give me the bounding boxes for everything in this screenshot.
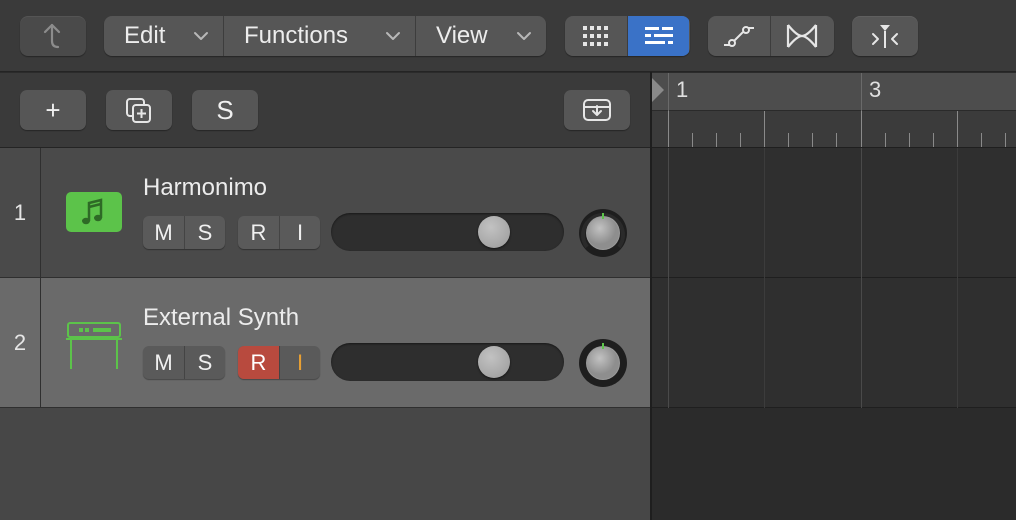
- up-arrow-icon: [43, 23, 61, 49]
- mute-solo-group: M S: [143, 216, 225, 249]
- global-solo-button[interactable]: S: [192, 90, 258, 130]
- ruler-tick: [740, 133, 741, 147]
- grid-line: [957, 148, 958, 408]
- track-header-toolbar: + S: [0, 73, 650, 148]
- grid-view-icon: [583, 26, 608, 46]
- catch-playhead-icon: [872, 25, 898, 48]
- track-lane[interactable]: [652, 148, 1016, 278]
- flex-time-button[interactable]: [770, 16, 832, 56]
- add-track-label: +: [45, 94, 61, 125]
- ruler-tick: [812, 133, 813, 147]
- ruler-bar-label: 1: [676, 77, 689, 102]
- duplicate-track-icon: [126, 98, 151, 123]
- track-row[interactable]: 2 External Synth M S R I: [0, 278, 650, 408]
- mute-button[interactable]: M: [143, 216, 184, 249]
- music-note-icon: [64, 190, 124, 234]
- record-input-group: R I: [238, 346, 320, 379]
- flex-time-icon: [786, 24, 817, 48]
- ruler-bar-label: 3: [869, 77, 882, 102]
- automation-flex-group: [708, 16, 834, 56]
- mute-button[interactable]: M: [143, 346, 184, 379]
- record-enable-button[interactable]: R: [238, 346, 279, 379]
- ruler-tick: [764, 111, 765, 147]
- input-monitor-button[interactable]: I: [279, 346, 320, 379]
- view-menu-label: View: [436, 22, 488, 49]
- ruler-bar-numbers: 1 3: [652, 73, 1016, 111]
- track-number: 2: [0, 278, 41, 407]
- chevron-down-icon: [517, 32, 531, 40]
- global-solo-label: S: [216, 94, 234, 125]
- download-tray-icon: [583, 99, 611, 121]
- ruler-tick: [909, 133, 910, 147]
- grid-view-button[interactable]: [565, 16, 627, 56]
- track-number: 1: [0, 148, 41, 277]
- automation-curve-icon: [724, 26, 754, 47]
- edit-menu-label: Edit: [124, 22, 166, 49]
- track-row[interactable]: 1 Harmonimo M S R I: [0, 148, 650, 278]
- view-menu[interactable]: View: [415, 16, 546, 56]
- track-name[interactable]: External Synth: [143, 304, 299, 332]
- bar-ruler[interactable]: 1 3: [652, 73, 1016, 148]
- ruler-tick: [668, 111, 669, 147]
- track-list: 1 Harmonimo M S R I 2 External Synth M S…: [0, 148, 650, 520]
- ruler-tick: [981, 133, 982, 147]
- pan-knob[interactable]: [577, 337, 629, 389]
- main-toolbar: Edit Functions View: [0, 0, 1016, 72]
- input-monitor-button[interactable]: I: [279, 216, 320, 249]
- functions-menu[interactable]: Functions: [223, 16, 415, 56]
- menu-segment-group: Edit Functions View: [104, 16, 546, 56]
- chevron-down-icon: [194, 32, 208, 40]
- view-toggle-group: [565, 16, 690, 56]
- grid-line: [668, 148, 669, 408]
- ruler-tick: [885, 133, 886, 147]
- ruler-tick: [957, 111, 958, 147]
- list-view-icon: [644, 27, 673, 44]
- mute-solo-group: M S: [143, 346, 225, 379]
- track-list-empty-area[interactable]: [0, 408, 650, 520]
- record-enable-button[interactable]: R: [238, 216, 279, 249]
- solo-button[interactable]: S: [184, 216, 225, 249]
- ruler-tick: [836, 133, 837, 147]
- track-name[interactable]: Harmonimo: [143, 174, 267, 202]
- volume-slider[interactable]: [331, 343, 564, 381]
- back-button[interactable]: [20, 16, 86, 56]
- ruler-tick: [788, 133, 789, 147]
- volume-slider-knob[interactable]: [478, 216, 510, 248]
- functions-menu-label: Functions: [244, 22, 349, 49]
- edit-menu[interactable]: Edit: [104, 16, 223, 56]
- volume-slider-knob[interactable]: [478, 346, 510, 378]
- ruler-bar-line: [861, 73, 862, 111]
- ruler-tick: [1005, 133, 1006, 147]
- ruler-tick: [692, 133, 693, 147]
- tracks-area[interactable]: [652, 148, 1016, 520]
- download-button[interactable]: [564, 90, 630, 130]
- chevron-down-icon: [386, 32, 400, 40]
- pan-knob[interactable]: [577, 207, 629, 259]
- automation-button[interactable]: [708, 16, 770, 56]
- solo-button[interactable]: S: [184, 346, 225, 379]
- duplicate-track-button[interactable]: [106, 90, 172, 130]
- catch-playhead-button[interactable]: [852, 16, 918, 56]
- grid-line: [764, 148, 765, 408]
- playhead-start-marker[interactable]: [652, 78, 664, 102]
- keyboard-stand-icon: [64, 320, 124, 369]
- track-lane[interactable]: [652, 278, 1016, 408]
- ruler-bar-line: [668, 73, 669, 111]
- add-track-button[interactable]: +: [20, 90, 86, 130]
- ruler-tick: [933, 133, 934, 147]
- ruler-tick: [861, 111, 862, 147]
- volume-slider[interactable]: [331, 213, 564, 251]
- list-view-button[interactable]: [627, 16, 689, 56]
- ruler-tick: [716, 133, 717, 147]
- grid-line: [861, 148, 862, 408]
- record-input-group: R I: [238, 216, 320, 249]
